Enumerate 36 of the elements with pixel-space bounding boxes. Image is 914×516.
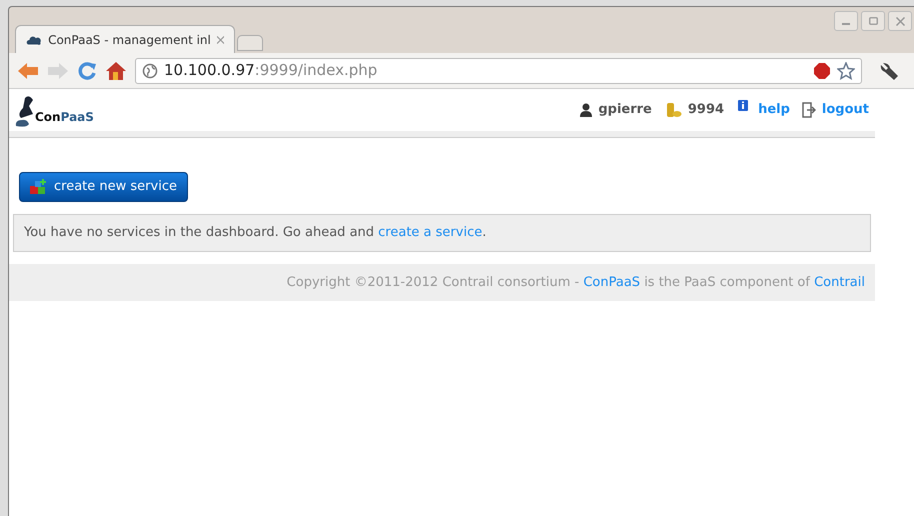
- new-tab-button[interactable]: [237, 35, 263, 51]
- contrail-link[interactable]: Contrail: [814, 274, 865, 290]
- conpaas-link[interactable]: ConPaaS: [583, 274, 640, 290]
- browser-tab[interactable]: ConPaaS - management inl: [15, 25, 235, 53]
- close-button[interactable]: [888, 11, 912, 31]
- back-icon[interactable]: [17, 62, 39, 80]
- star-icon[interactable]: [837, 62, 855, 80]
- blocks-plus-icon: [30, 179, 46, 195]
- logout-icon[interactable]: [802, 102, 816, 118]
- minimize-button[interactable]: [834, 11, 858, 31]
- user-icon: [580, 103, 592, 117]
- maximize-icon: [868, 17, 878, 25]
- conpaas-logo: ConPaaS: [15, 92, 94, 128]
- logout-link[interactable]: logout: [822, 100, 869, 120]
- username: gpierre: [598, 101, 652, 120]
- coins-icon: [666, 102, 682, 118]
- create-service-link[interactable]: create a service: [378, 225, 482, 240]
- cloud-icon: [26, 34, 42, 46]
- url-text: 10.100.0.97:9999/index.php: [164, 60, 378, 82]
- close-icon: [896, 16, 904, 26]
- maximize-button[interactable]: [861, 11, 885, 31]
- address-bar[interactable]: 10.100.0.97:9999/index.php: [135, 58, 862, 84]
- home-icon[interactable]: [105, 60, 127, 80]
- empty-message: You have no services in the dashboard. Go ahead and create a service.: [24, 224, 486, 242]
- copyright-text: Copyright ©2011-2012 Contrail consortium - ConPaaS is the PaaS component of Contrail: [286, 274, 865, 292]
- create-service-button[interactable]: create new service: [19, 172, 188, 202]
- reload-icon[interactable]: [77, 60, 97, 80]
- credits-count: 9994: [688, 101, 724, 120]
- info-icon: [738, 100, 748, 112]
- wrench-icon[interactable]: [880, 60, 900, 80]
- close-icon[interactable]: [216, 36, 224, 44]
- globe-icon: [142, 62, 158, 78]
- forward-icon[interactable]: [47, 62, 69, 80]
- help-link[interactable]: help: [758, 100, 790, 120]
- minimize-icon: [842, 23, 850, 25]
- tab-title: ConPaaS - management inl: [48, 32, 211, 48]
